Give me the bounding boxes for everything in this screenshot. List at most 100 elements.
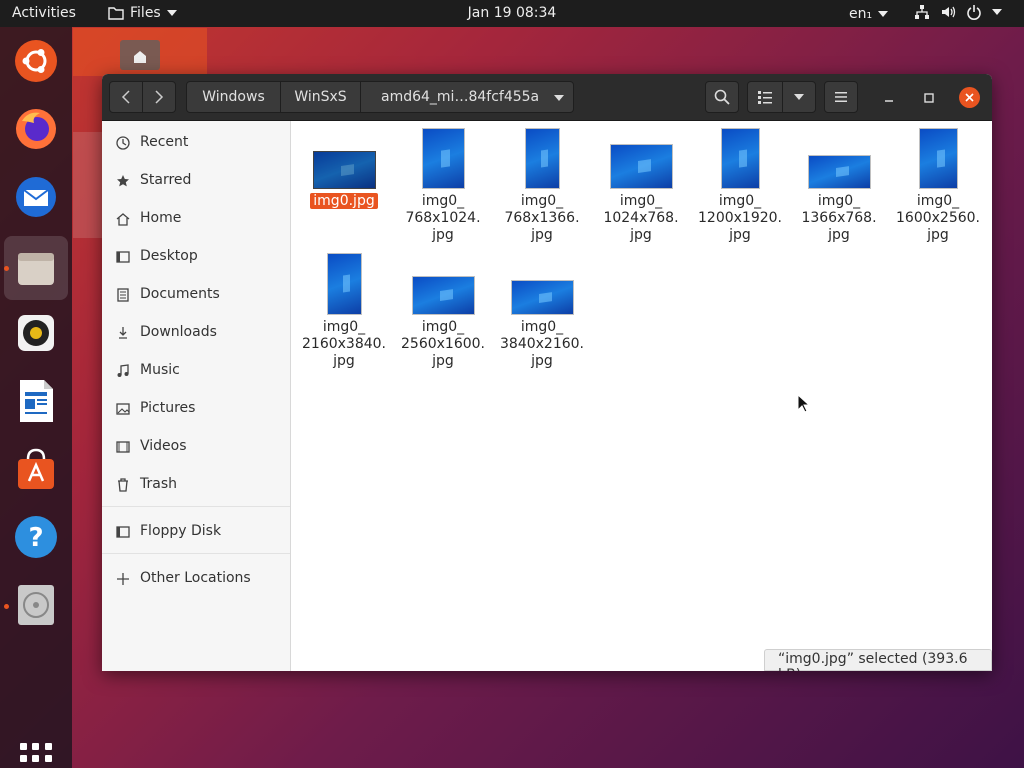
firefox-icon	[16, 109, 56, 149]
rhythmbox-dock-icon[interactable]	[12, 309, 60, 357]
sidebar-item-label: Desktop	[140, 248, 198, 264]
file-name: img0_ 3840x2160. jpg	[500, 319, 584, 369]
chevron-down-icon	[166, 10, 177, 16]
sidebar-item-videos[interactable]: Videos	[102, 430, 290, 464]
show-applications-button[interactable]	[20, 743, 52, 768]
ubuntu-dock-icon[interactable]	[12, 37, 60, 85]
running-indicator	[4, 604, 9, 609]
music-icon	[115, 363, 131, 379]
breadcrumb-winsxs[interactable]: WinSxS	[280, 81, 361, 113]
files-dock-icon[interactable]	[4, 236, 68, 300]
view-mode-button[interactable]	[747, 81, 783, 113]
sidebar-item-label: Videos	[140, 438, 187, 454]
search-icon	[714, 89, 730, 105]
file-name: img0_ 768x1024. jpg	[405, 193, 481, 243]
chevron-down-icon	[992, 9, 1002, 15]
app-menu-label: Files	[130, 5, 161, 21]
image-thumbnail	[808, 155, 871, 189]
clock-icon	[115, 135, 131, 151]
sidebar-item-other-locations[interactable]: Other Locations	[102, 562, 290, 596]
desktop-home-icon[interactable]	[73, 28, 207, 76]
header-bar: Windows WinSxS amd64_mi…84fcf455a	[102, 74, 992, 121]
disc-icon	[18, 585, 54, 625]
file-name: img0_ 2160x3840. jpg	[302, 319, 386, 369]
file-grid: img0.jpg img0_ 768x1024. jpg img0_ 768x1366…	[291, 121, 992, 671]
sidebar-item-label: Documents	[140, 286, 220, 302]
firefox-dock-icon[interactable]	[12, 105, 60, 153]
disc-dock-icon[interactable]	[12, 581, 60, 629]
sidebar-item-recent[interactable]: Recent	[102, 126, 290, 160]
mouse-cursor-icon	[797, 394, 811, 413]
chevron-down-icon	[554, 95, 564, 101]
sidebar-item-pictures[interactable]: Pictures	[102, 392, 290, 426]
ubuntu-icon	[15, 40, 57, 82]
plus-icon	[115, 571, 131, 587]
volume-icon	[942, 6, 956, 18]
sidebar-item-label: Starred	[140, 172, 192, 188]
file-name: img0_ 768x1366. jpg	[504, 193, 580, 243]
network-icon	[915, 5, 929, 19]
sidebar-item-desktop[interactable]: Desktop	[102, 240, 290, 274]
file-name: img0.jpg	[296, 193, 392, 210]
desktop-item[interactable]	[73, 132, 103, 238]
system-tray[interactable]	[914, 4, 1002, 20]
image-thumbnail	[422, 128, 465, 189]
status-bar: “img0.jpg” selected (393.6 kB)	[764, 649, 992, 671]
chevron-down-icon	[794, 94, 804, 100]
sidebar-item-starred[interactable]: Starred	[102, 164, 290, 198]
download-icon	[115, 325, 131, 341]
help-icon: ?	[15, 516, 57, 558]
home-icon	[115, 211, 131, 227]
image-thumbnail	[721, 128, 760, 189]
speaker-icon	[18, 315, 54, 351]
language-label: en₁	[849, 6, 873, 22]
file-name: img0_ 1200x1920. jpg	[698, 193, 782, 243]
thunderbird-dock-icon[interactable]	[12, 173, 60, 221]
sidebar-item-floppy-disk[interactable]: Floppy Disk	[102, 515, 290, 549]
sidebar-item-label: Pictures	[140, 400, 196, 416]
sidebar-item-label: Floppy Disk	[140, 523, 222, 539]
breadcrumb-current[interactable]: amd64_mi…84fcf455a	[360, 81, 574, 113]
sidebar-item-label: Home	[140, 210, 182, 226]
clock[interactable]: Jan 19 08:34	[468, 5, 557, 21]
star-icon	[115, 173, 131, 189]
writer-dock-icon[interactable]	[12, 377, 60, 425]
menu-button[interactable]	[824, 81, 858, 113]
sidebar-item-trash[interactable]: Trash	[102, 468, 290, 502]
chevron-right-icon	[155, 90, 164, 104]
software-dock-icon[interactable]	[12, 445, 60, 493]
running-indicator	[4, 266, 9, 271]
list-view-icon	[758, 91, 772, 104]
minimize-button[interactable]	[878, 87, 899, 108]
help-dock-icon[interactable]: ?	[12, 513, 60, 561]
maximize-button[interactable]	[918, 87, 939, 108]
maximize-icon	[923, 92, 934, 103]
desktop-icon	[115, 249, 131, 265]
image-thumbnail	[610, 144, 673, 189]
close-icon	[965, 93, 974, 102]
shopping-bag-icon	[18, 448, 54, 489]
app-menu-button[interactable]: Files	[108, 5, 177, 21]
forward-button[interactable]	[142, 81, 176, 113]
search-button[interactable]	[705, 81, 739, 113]
sidebar-item-home[interactable]: Home	[102, 202, 290, 236]
sidebar-item-music[interactable]: Music	[102, 354, 290, 388]
sidebar-item-documents[interactable]: Documents	[102, 278, 290, 312]
sidebar-item-label: Recent	[140, 134, 189, 150]
activities-button[interactable]: Activities	[12, 5, 76, 21]
breadcrumb-windows[interactable]: Windows	[186, 81, 281, 113]
back-button[interactable]	[109, 81, 143, 113]
image-thumbnail	[327, 253, 362, 315]
close-button[interactable]	[959, 87, 980, 108]
view-options-button[interactable]	[782, 81, 816, 113]
chevron-down-icon	[878, 11, 889, 17]
language-indicator[interactable]: en₁	[849, 6, 889, 22]
picture-icon	[115, 401, 131, 417]
folder-icon	[108, 7, 124, 20]
sidebar-item-downloads[interactable]: Downloads	[102, 316, 290, 350]
image-thumbnail	[412, 276, 475, 315]
file-name: img0_ 2560x1600. jpg	[401, 319, 485, 369]
file-name: img0_ 1600x2560. jpg	[896, 193, 980, 243]
minimize-icon	[884, 99, 893, 102]
image-thumbnail	[511, 280, 574, 315]
